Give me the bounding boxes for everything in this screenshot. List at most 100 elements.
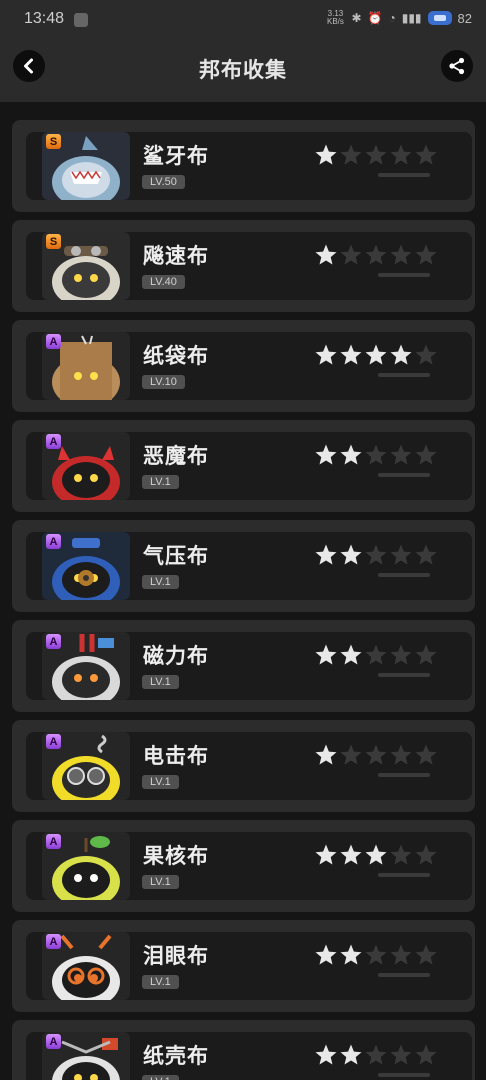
bangboo-name: 纸壳布: [143, 1044, 209, 1068]
star-filled-icon: [339, 543, 363, 567]
star-filled-icon: [339, 843, 363, 867]
status-icons: 3.13 KB/s ✱ ⏰ ◔ ▮▮▮ 82: [325, 10, 472, 26]
star-empty-icon: [414, 543, 438, 567]
level-badge: LV.1: [142, 875, 179, 889]
star-filled-icon: [314, 943, 338, 967]
share-icon: [449, 57, 465, 75]
progress-track: [378, 673, 430, 677]
progress-track: [378, 373, 430, 377]
star-empty-icon: [414, 443, 438, 467]
bangboo-name: 恶魔布: [143, 444, 209, 468]
star-rating: [314, 343, 438, 367]
level-badge: LV.10: [142, 375, 185, 389]
star-empty-icon: [339, 743, 363, 767]
card-panel: A 果核布 LV.1: [26, 832, 472, 900]
star-empty-icon: [339, 243, 363, 267]
bluetooth-icon: ✱: [351, 11, 362, 25]
level-badge: LV.1: [142, 775, 179, 789]
battery-icon: [427, 11, 452, 25]
rank-badge: A: [46, 734, 61, 749]
star-empty-icon: [414, 743, 438, 767]
bangboo-portrait: A: [42, 832, 130, 900]
star-empty-icon: [389, 443, 413, 467]
bangboo-card-3[interactable]: A 恶魔布 LV.1: [12, 420, 475, 512]
star-empty-icon: [364, 243, 388, 267]
star-empty-icon: [389, 843, 413, 867]
star-empty-icon: [389, 743, 413, 767]
page-title: 邦布收集: [199, 58, 287, 82]
card-panel: A 纸袋布 LV.10: [26, 332, 472, 400]
star-empty-icon: [339, 143, 363, 167]
star-filled-icon: [364, 843, 388, 867]
bangboo-portrait: A: [42, 1032, 130, 1080]
status-time: 13:48: [24, 10, 65, 27]
card-panel: A 泪眼布 LV.1: [26, 932, 472, 1000]
star-rating: [314, 543, 438, 567]
rank-badge: A: [46, 934, 61, 949]
star-filled-icon: [314, 643, 338, 667]
card-panel: A 磁力布 LV.1: [26, 632, 472, 700]
star-empty-icon: [364, 743, 388, 767]
level-badge: LV.50: [142, 175, 185, 189]
level-badge: LV.1: [142, 1075, 179, 1080]
app-header: 邦布收集: [0, 40, 486, 102]
star-filled-icon: [339, 343, 363, 367]
bangboo-portrait: A: [42, 532, 130, 600]
bangboo-card-8[interactable]: A 泪眼布 LV.1: [12, 920, 475, 1012]
rank-badge: A: [46, 434, 61, 449]
rank-badge: A: [46, 334, 61, 349]
star-filled-icon: [314, 843, 338, 867]
progress-track: [378, 973, 430, 977]
star-rating: [314, 243, 438, 267]
star-filled-icon: [314, 543, 338, 567]
bangboo-name: 电击布: [143, 744, 209, 768]
star-rating: [314, 643, 438, 667]
bangboo-name: 飚速布: [143, 244, 209, 268]
rank-badge: S: [46, 134, 61, 149]
star-rating: [314, 1043, 438, 1067]
share-button[interactable]: [441, 50, 473, 82]
bangboo-card-5[interactable]: A 磁力布 LV.1: [12, 620, 475, 712]
bangboo-portrait: A: [42, 432, 130, 500]
rank-badge: A: [46, 634, 61, 649]
level-badge: LV.1: [142, 675, 179, 689]
bangboo-name: 纸袋布: [143, 344, 209, 368]
bangboo-portrait: A: [42, 732, 130, 800]
progress-track: [378, 173, 430, 177]
level-badge: LV.1: [142, 575, 179, 589]
bangboo-card-0[interactable]: S 鲨牙布 LV.50: [12, 120, 475, 212]
bangboo-card-9[interactable]: A 纸壳布 LV.1: [12, 1020, 475, 1080]
battery-level: 82: [457, 10, 472, 26]
star-rating: [314, 743, 438, 767]
star-empty-icon: [414, 143, 438, 167]
star-filled-icon: [314, 243, 338, 267]
star-empty-icon: [364, 443, 388, 467]
star-empty-icon: [389, 543, 413, 567]
status-bar: 13:48 3.13 KB/s ✱ ⏰ ◔ ▮▮▮ 82: [0, 0, 486, 40]
tiktok-icon: [74, 13, 88, 27]
bangboo-card-7[interactable]: A 果核布 LV.1: [12, 820, 475, 912]
star-rating: [314, 943, 438, 967]
bangboo-card-6[interactable]: A 电击布 LV.1: [12, 720, 475, 812]
star-empty-icon: [364, 943, 388, 967]
star-empty-icon: [364, 543, 388, 567]
star-empty-icon: [414, 243, 438, 267]
network-speed: 3.13 KB/s: [327, 9, 344, 26]
rank-badge: S: [46, 234, 61, 249]
progress-track: [378, 273, 430, 277]
bangboo-list: S 鲨牙布 LV.50 S 飚速布 LV.40 A 纸袋布 LV.10 A 恶魔…: [12, 120, 475, 1080]
rank-badge: A: [46, 1034, 61, 1049]
bangboo-card-2[interactable]: A 纸袋布 LV.10: [12, 320, 475, 412]
bangboo-portrait: A: [42, 932, 130, 1000]
bangboo-card-1[interactable]: S 飚速布 LV.40: [12, 220, 475, 312]
bangboo-card-4[interactable]: A 气压布 LV.1: [12, 520, 475, 612]
progress-track: [378, 573, 430, 577]
level-badge: LV.1: [142, 475, 179, 489]
bangboo-name: 气压布: [143, 544, 209, 568]
star-filled-icon: [339, 943, 363, 967]
star-filled-icon: [314, 743, 338, 767]
rank-badge: A: [46, 534, 61, 549]
star-rating: [314, 843, 438, 867]
card-panel: S 飚速布 LV.40: [26, 232, 472, 300]
star-empty-icon: [364, 143, 388, 167]
